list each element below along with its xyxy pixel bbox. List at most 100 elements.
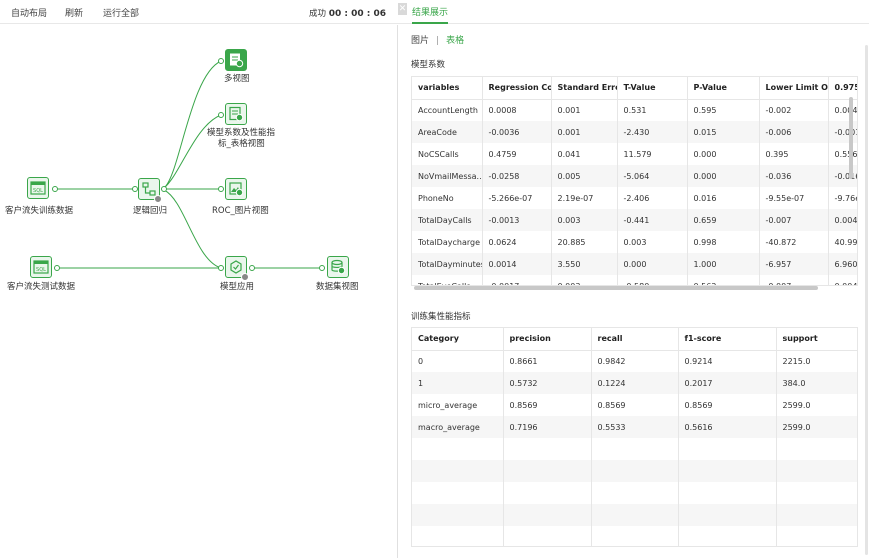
perf-table-title: 训练集性能指标 xyxy=(411,312,471,322)
table-row[interactable]: PhoneNo -5.266e-07 2.19e-07 -2.406 0.016 -9.5… xyxy=(412,187,857,209)
column-header[interactable]: T-Value xyxy=(617,77,688,100)
column-header[interactable]: Category xyxy=(412,328,504,351)
input-port[interactable] xyxy=(218,265,224,271)
table-cell: 0.562 xyxy=(687,275,760,285)
output-port[interactable] xyxy=(54,265,60,271)
table-row[interactable]: 1 0.5732 0.1224 0.2017 384.0 xyxy=(412,372,857,394)
column-header[interactable]: support xyxy=(776,328,857,351)
table-cell: NoVmailMessa... xyxy=(412,165,483,187)
table-row[interactable]: TotalEveCalls -0.0017 0.003 -0.580 0.562 -0.0… xyxy=(412,275,857,285)
table-cell: 0.003 xyxy=(551,275,618,285)
table-cell: -0.007 xyxy=(759,209,829,231)
table-cell xyxy=(678,482,777,504)
input-port[interactable] xyxy=(218,58,224,64)
table-cell: -9.76e xyxy=(828,187,857,209)
table-cell: 0.004 xyxy=(828,209,857,231)
output-port[interactable] xyxy=(161,186,167,192)
table-cell: -5.064 xyxy=(617,165,688,187)
node-label: 逻辑回归 xyxy=(133,206,168,216)
result-tabbar: ✕ 结果展示 xyxy=(398,0,869,24)
result-panel: ✕ 结果展示 图片 | 表格 模型系数 variablesRegression Co… xyxy=(398,0,869,558)
table-row[interactable] xyxy=(412,438,857,460)
table-cell: 0.016 xyxy=(687,187,760,209)
column-header[interactable]: Standard Error xyxy=(551,77,618,100)
close-icon[interactable]: ✕ xyxy=(398,3,407,15)
run-all-button[interactable]: 运行全部 xyxy=(103,6,139,19)
column-header[interactable]: P-Value xyxy=(687,77,760,100)
table-cell: 0.0624 xyxy=(482,231,552,253)
table-cell: 0.556 xyxy=(828,143,857,165)
input-port[interactable] xyxy=(319,265,325,271)
table-row[interactable]: macro_average 0.7196 0.5533 0.5616 2599.0 xyxy=(412,416,857,438)
table-row[interactable] xyxy=(412,526,857,546)
view-table-link[interactable]: 表格 xyxy=(446,36,464,46)
table-cell: 2599.0 xyxy=(776,416,857,438)
table-cell: 2.19e-07 xyxy=(551,187,618,209)
table-cell: TotalDaycharge xyxy=(412,231,483,253)
coef-table-header: variablesRegression CoefStandard ErrorT-… xyxy=(412,77,857,100)
output-port[interactable] xyxy=(52,186,58,192)
table-cell: 0.5616 xyxy=(678,416,777,438)
view-image-link[interactable]: 图片 xyxy=(411,36,429,46)
table-row[interactable]: AreaCode -0.0036 0.001 -2.430 0.015 -0.006 -0.… xyxy=(412,121,857,143)
table-cell xyxy=(678,526,777,546)
table-cell: -0.007 xyxy=(759,275,829,285)
column-header[interactable]: Lower Limit Of T xyxy=(759,77,829,100)
node-label: 客户流失训练数据 xyxy=(5,206,74,216)
auto-layout-button[interactable]: 自动布局 xyxy=(11,6,47,19)
table-row[interactable] xyxy=(412,482,857,504)
table-row[interactable] xyxy=(412,460,857,482)
table-cell: macro_average xyxy=(412,416,504,438)
table-cell: 0 xyxy=(412,350,504,372)
node-label: 模型应用 xyxy=(220,282,255,292)
table-row[interactable] xyxy=(412,504,857,526)
workflow-canvas[interactable]: SQL 客户流失训练数据 SQL 客户流失测试数据 逻辑回归 多视图 模型系数及… xyxy=(0,25,398,558)
table-row[interactable]: NoVmailMessa... -0.0258 0.005 -5.064 0.000 -0… xyxy=(412,165,857,187)
table-row[interactable]: TotalDaycharge 0.0624 20.885 0.003 0.998 -40.… xyxy=(412,231,857,253)
table-cell: 0.595 xyxy=(687,99,760,121)
table-cell xyxy=(591,482,679,504)
run-status-label: 成功 xyxy=(308,9,326,19)
refresh-button[interactable]: 刷新 xyxy=(65,6,83,19)
table-row[interactable]: NoCSCalls 0.4759 0.041 11.579 0.000 0.395 0.55… xyxy=(412,143,857,165)
coef-table-container[interactable]: variablesRegression CoefStandard ErrorT-… xyxy=(411,76,858,286)
column-header[interactable]: recall xyxy=(591,328,679,351)
table-cell: NoCSCalls xyxy=(412,143,483,165)
column-header[interactable]: Regression Coef xyxy=(482,77,552,100)
tab-results[interactable]: 结果展示 xyxy=(412,5,449,24)
table-cell xyxy=(412,460,504,482)
table-cell: -2.430 xyxy=(617,121,688,143)
table-row[interactable]: TotalDayminutes 0.0014 3.550 0.000 1.000 -6.9… xyxy=(412,253,857,275)
table-row[interactable]: 0 0.8661 0.9842 0.9214 2215.0 xyxy=(412,350,857,372)
table-cell: 0.5533 xyxy=(591,416,679,438)
table-cell: TotalDayminutes xyxy=(412,253,483,275)
column-header[interactable]: 0.975]U xyxy=(828,77,857,100)
table-row[interactable]: TotalDayCalls -0.0013 0.003 -0.441 0.659 -0.0… xyxy=(412,209,857,231)
table-cell xyxy=(776,438,857,460)
perf-table-header: Category precision recall f1-score support xyxy=(412,328,857,351)
output-port[interactable] xyxy=(249,265,255,271)
table-cell xyxy=(503,504,592,526)
column-header[interactable]: precision xyxy=(503,328,592,351)
input-port[interactable] xyxy=(218,186,224,192)
table-cell: 0.998 xyxy=(687,231,760,253)
table-row[interactable]: AccountLength 0.0008 0.001 0.531 0.595 -0.002… xyxy=(412,99,857,121)
table-cell: 6.960 xyxy=(828,253,857,275)
table-cell xyxy=(776,482,857,504)
horizontal-scrollbar[interactable] xyxy=(414,286,818,290)
table-row[interactable]: micro_average 0.8569 0.8569 0.8569 2599.0 xyxy=(412,394,857,416)
node-label: 数据集视图 xyxy=(316,282,359,292)
coef-table-body: AccountLength 0.0008 0.001 0.531 0.595 -0.002… xyxy=(412,99,857,285)
perf-table-container[interactable]: Category precision recall f1-score support 0… xyxy=(411,327,858,547)
table-cell xyxy=(591,504,679,526)
panel-scrollbar[interactable] xyxy=(865,45,868,555)
image-view-icon xyxy=(225,178,247,200)
table-cell: 0.015 xyxy=(687,121,760,143)
input-port[interactable] xyxy=(218,112,224,118)
table-cell: -0.0013 xyxy=(482,209,552,231)
column-header[interactable]: f1-score xyxy=(678,328,777,351)
vertical-scrollbar[interactable] xyxy=(849,97,853,179)
column-header[interactable]: variables xyxy=(412,77,483,100)
table-view-icon xyxy=(225,103,247,125)
edge-logistic-to-multiview xyxy=(163,60,222,189)
